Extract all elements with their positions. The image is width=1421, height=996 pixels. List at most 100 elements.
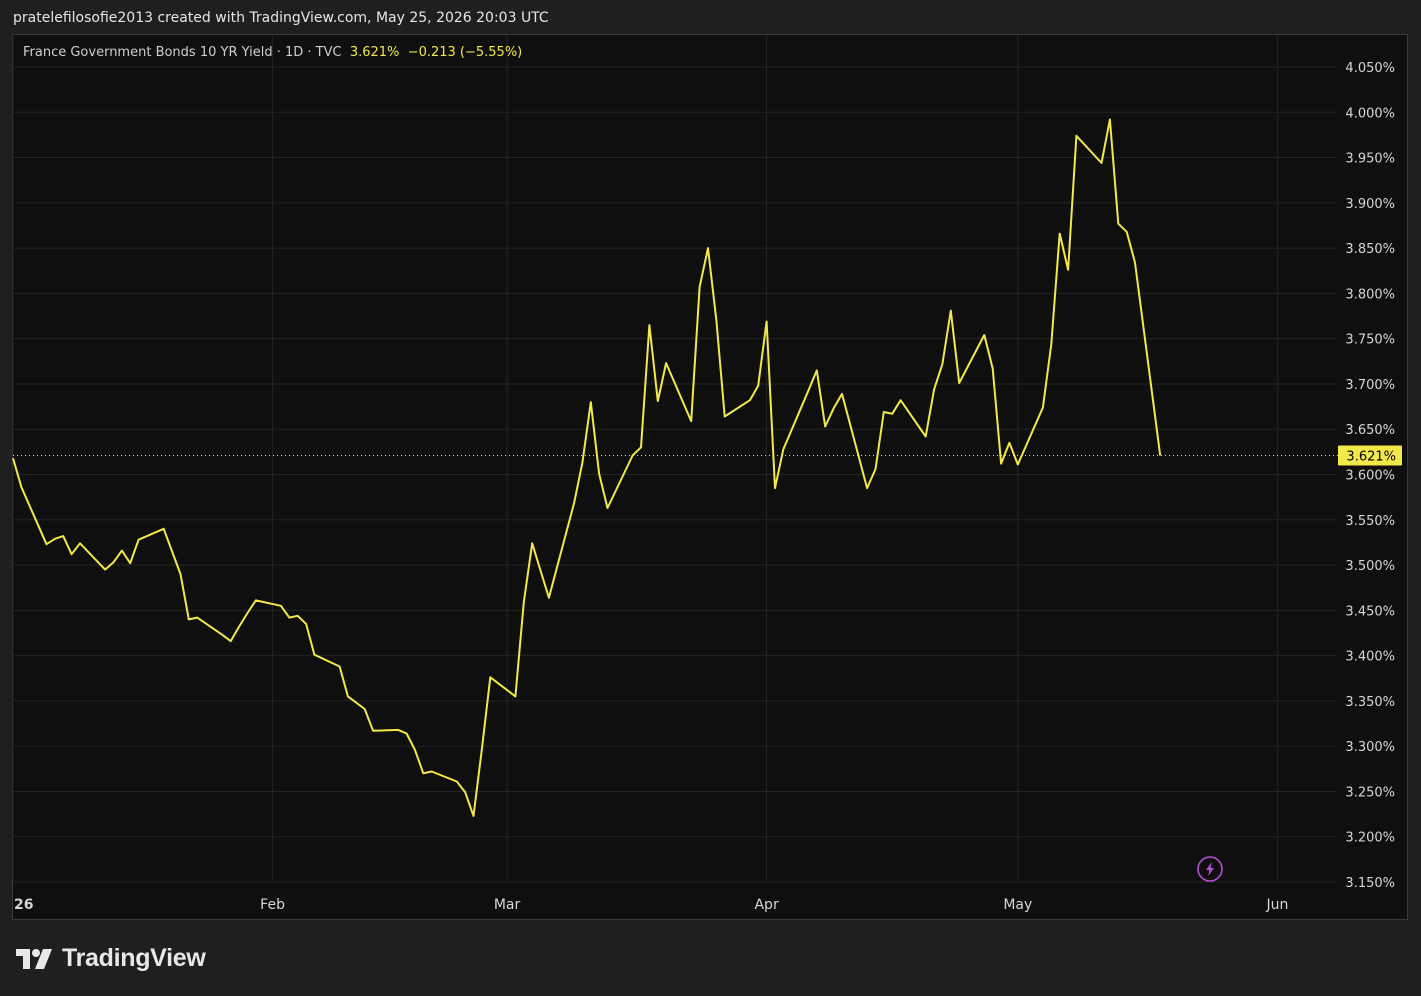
data-point <box>363 707 367 711</box>
y-tick-label: 3.700% <box>1345 378 1395 393</box>
data-point <box>1049 342 1053 346</box>
data-point <box>195 616 199 620</box>
data-point <box>781 447 785 451</box>
data-point <box>1158 453 1162 457</box>
x-tick-label: Feb <box>260 897 285 913</box>
y-tick-label: 4.050% <box>1345 61 1395 76</box>
y-tick-label: 3.200% <box>1345 831 1395 846</box>
data-point <box>405 731 409 735</box>
x-tick-label: Apr <box>754 897 778 913</box>
data-point <box>245 611 249 615</box>
data-point <box>1007 441 1011 445</box>
data-point <box>488 675 492 679</box>
data-point <box>572 501 576 505</box>
legend-last-value: 3.621% <box>349 45 400 60</box>
data-point <box>723 415 727 419</box>
y-tick-label: 3.750% <box>1345 333 1395 348</box>
data-point <box>178 572 182 576</box>
data-point <box>44 542 48 546</box>
data-point <box>547 596 551 600</box>
data-point <box>128 561 132 565</box>
data-point <box>890 412 894 416</box>
data-point <box>539 568 543 572</box>
data-point <box>304 622 308 626</box>
data-point <box>756 384 760 388</box>
data-point <box>865 486 869 490</box>
legend-change: −0.213 (−5.55%) <box>407 45 523 60</box>
data-point <box>237 625 241 629</box>
data-point <box>1133 261 1137 265</box>
y-tick-label: 4.000% <box>1345 106 1395 121</box>
data-point <box>698 285 702 289</box>
data-point <box>103 568 107 572</box>
data-point <box>170 549 174 553</box>
data-point <box>1058 232 1062 236</box>
y-tick-label: 3.550% <box>1345 514 1395 529</box>
data-point <box>748 398 752 402</box>
tradingview-logo[interactable]: TradingView <box>16 944 206 973</box>
data-point <box>430 770 434 774</box>
legend-symbol[interactable]: France Government Bonds 10 YR Yield · 1D… <box>23 45 342 60</box>
data-point <box>338 664 342 668</box>
data-point <box>823 425 827 429</box>
data-point <box>162 527 166 531</box>
data-point <box>354 701 358 705</box>
data-point <box>455 779 459 783</box>
data-point <box>656 399 660 403</box>
data-point <box>765 319 769 323</box>
data-point <box>472 814 476 818</box>
data-point <box>773 486 777 490</box>
data-point <box>421 771 425 775</box>
x-tick-label: 26 <box>14 897 33 913</box>
data-point <box>120 549 124 553</box>
data-point <box>346 694 350 698</box>
data-point <box>832 406 836 410</box>
data-point <box>530 541 534 545</box>
data-point <box>1108 118 1112 122</box>
data-point <box>287 616 291 620</box>
data-point <box>589 400 593 404</box>
y-tick-label: 3.800% <box>1345 287 1395 302</box>
data-point <box>597 472 601 476</box>
y-tick-label: 3.250% <box>1345 785 1395 800</box>
data-point <box>61 534 65 538</box>
data-point <box>11 456 15 460</box>
data-point <box>1125 230 1129 234</box>
time-axis: 26 Feb Mar Apr May Jun <box>14 897 1288 913</box>
chart-legend: France Government Bonds 10 YR Yield · 1D… <box>23 45 522 60</box>
data-point <box>371 729 375 733</box>
series-points <box>11 118 1162 818</box>
data-point <box>187 617 191 621</box>
x-tick-label: May <box>1003 897 1032 913</box>
data-point <box>932 387 936 391</box>
data-point <box>606 506 610 510</box>
data-point <box>957 381 961 385</box>
data-point <box>982 333 986 337</box>
data-point <box>940 362 944 366</box>
data-point <box>137 538 141 542</box>
x-tick-label: Jun <box>1265 897 1288 913</box>
data-point <box>639 445 643 449</box>
data-point <box>991 367 995 371</box>
y-tick-label: 3.900% <box>1345 197 1395 212</box>
price-axis: 4.050% 4.000% 3.950% 3.900% 3.850% 3.800% 3.75… <box>1345 61 1395 891</box>
tradingview-logo-icon <box>16 948 52 969</box>
data-point <box>480 747 484 751</box>
data-point <box>53 537 57 541</box>
data-point <box>279 604 283 608</box>
data-point <box>396 728 400 732</box>
data-point <box>815 368 819 372</box>
price-chart[interactable]: 4.050% 4.000% 3.950% 3.900% 3.850% 3.800% 3.75… <box>0 0 1421 996</box>
lightning-icon[interactable] <box>1197 856 1223 882</box>
data-point <box>924 434 928 438</box>
data-point <box>647 323 651 327</box>
y-tick-label: 3.350% <box>1345 695 1395 710</box>
data-point <box>806 388 810 392</box>
y-tick-label: 3.850% <box>1345 242 1395 257</box>
data-point <box>631 453 635 457</box>
chart-grid <box>12 35 1336 883</box>
data-point <box>1116 222 1120 226</box>
data-point <box>220 633 224 637</box>
data-point <box>296 614 300 618</box>
data-point <box>111 560 115 564</box>
